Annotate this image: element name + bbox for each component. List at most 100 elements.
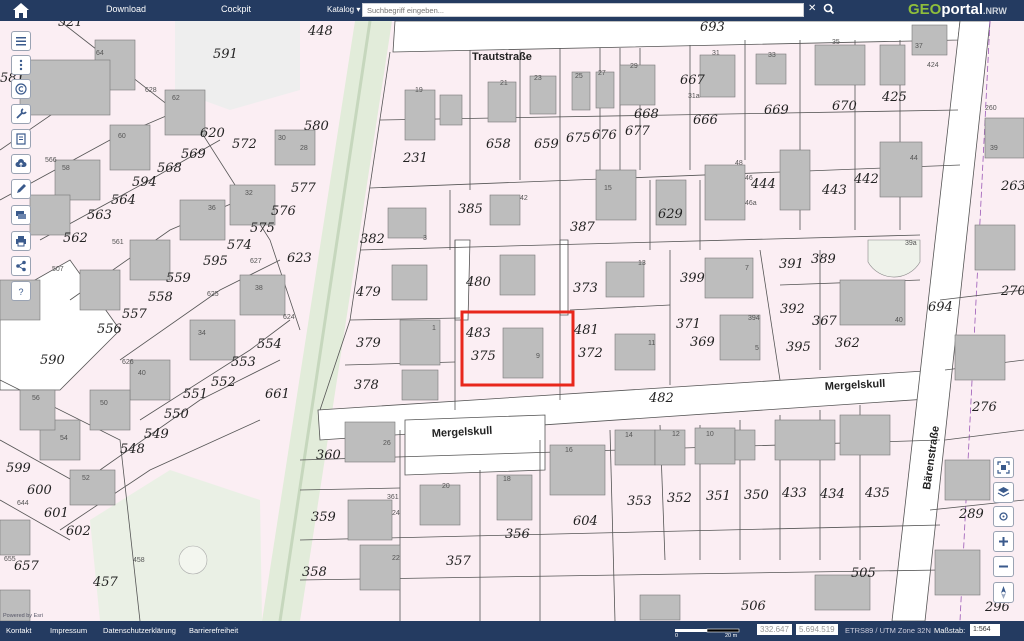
house-number: 13: [638, 260, 646, 267]
house-number: 7: [745, 265, 749, 272]
parcel-label: 693: [700, 21, 725, 35]
list-button[interactable]: [11, 31, 31, 51]
parcel-label: 694: [928, 300, 953, 315]
parcel-label: 276: [971, 400, 997, 415]
parcel-label: 670: [832, 99, 857, 114]
house-number: 60: [118, 133, 126, 140]
house-number: 3: [423, 235, 427, 242]
parcel-label: 562: [63, 231, 88, 246]
layers-stack-icon: [16, 211, 26, 219]
house-number: 11: [648, 340, 655, 347]
barrierefreiheit-link[interactable]: Barrierefreiheit: [189, 626, 238, 635]
parcel-label: 563: [87, 208, 112, 223]
parcel-label: 379: [356, 336, 381, 351]
wrench-icon: [16, 108, 27, 119]
search-input[interactable]: [362, 3, 804, 17]
massstab-select[interactable]: 1:564: [970, 624, 1000, 636]
house-number: 14: [625, 432, 633, 439]
layers-button[interactable]: [993, 482, 1014, 503]
parcel-label: 644: [17, 500, 29, 507]
print-button[interactable]: [11, 231, 31, 251]
house-number: 24: [392, 510, 400, 517]
parcel-label: 260: [985, 105, 997, 112]
home-extent-icon: [997, 461, 1010, 474]
house-number: 1: [432, 325, 436, 332]
upload-cloud-icon: [15, 159, 27, 167]
powered-by-label: Powered by Esri: [3, 613, 44, 619]
parcel-label: 434: [819, 487, 845, 502]
more-button[interactable]: [11, 55, 31, 75]
north-arrow-button[interactable]: [993, 582, 1014, 603]
parcel-label: 566: [45, 157, 57, 164]
parcel-label: 506: [741, 599, 766, 614]
copyright-button[interactable]: [11, 79, 31, 99]
parcel-label: 591: [213, 47, 238, 62]
parcel-label: 599: [6, 461, 31, 476]
parcel-label: 369: [690, 335, 715, 350]
crs-label: ETRS89 / UTM Zone 32N: [845, 626, 931, 635]
tools-button[interactable]: [11, 104, 31, 124]
katalog-dropdown[interactable]: Katalog ▾: [327, 5, 360, 14]
zoom-in-button[interactable]: [993, 531, 1014, 552]
datenschutz-link[interactable]: Datenschutzerklärung: [103, 626, 176, 635]
help-button[interactable]: ?: [11, 281, 31, 301]
parcel-label: 395: [786, 340, 811, 355]
parcel-label: 677: [625, 124, 651, 139]
parcel-label: 387: [570, 220, 596, 235]
house-number: 10: [706, 431, 714, 438]
geoportal-logo[interactable]: GEOportal.NRW: [908, 1, 1007, 18]
parcel-label: 556: [97, 322, 122, 337]
parcel-label: 231: [402, 151, 428, 166]
parcel-label: 444: [750, 177, 776, 192]
parcel-label: 480: [465, 275, 491, 290]
house-number: 32: [245, 190, 253, 197]
house-number: 5: [755, 345, 759, 352]
top-navigation-bar: Download Cockpit Katalog ▾ ✕ GEOportal.N…: [0, 0, 1024, 21]
share-icon: [16, 260, 26, 272]
cadastral-map[interactable]: Trautstraße Mergelskull Mergelskull Bäre…: [0, 15, 1024, 622]
download-link[interactable]: Download: [106, 4, 146, 14]
impressum-link[interactable]: Impressum: [50, 626, 87, 635]
upload-button[interactable]: [11, 154, 31, 174]
parcel-label: 521: [58, 21, 83, 30]
clear-search-icon[interactable]: ✕: [808, 3, 816, 14]
home-icon[interactable]: [12, 2, 30, 19]
parcel-label: 483: [465, 326, 491, 341]
house-number: 62: [172, 95, 180, 102]
parcel-label: 569: [181, 147, 206, 162]
logo-geo: GEO: [908, 1, 942, 18]
cockpit-link[interactable]: Cockpit: [221, 4, 251, 14]
parcel-label: 594: [132, 175, 157, 190]
share-button[interactable]: [11, 256, 31, 276]
parcel-label: 289: [958, 507, 984, 522]
house-number: 37: [915, 43, 923, 50]
search-icon[interactable]: [823, 2, 835, 16]
parcel-label: 564: [111, 193, 136, 208]
parcel-label: 371: [676, 317, 701, 332]
document-button[interactable]: [11, 129, 31, 149]
draw-button[interactable]: [11, 179, 31, 199]
parcel-label: 479: [355, 285, 381, 300]
footer-bar: Kontakt Impressum Datenschutzerklärung B…: [0, 621, 1024, 641]
locate-button[interactable]: [993, 506, 1014, 527]
parcel-label: 669: [764, 103, 789, 118]
parcel-label: 553: [231, 355, 256, 370]
parcel-label: 356: [505, 527, 530, 542]
parcel-label: 382: [360, 232, 385, 247]
kontakt-link[interactable]: Kontakt: [6, 626, 31, 635]
house-number: 31: [712, 50, 720, 57]
coordinate-x: 332.647: [757, 624, 792, 635]
house-number: 40: [138, 370, 146, 377]
zoom-out-button[interactable]: [993, 556, 1014, 577]
layers-stack-button[interactable]: [11, 205, 31, 225]
house-number: 19: [415, 87, 423, 94]
home-extent-button[interactable]: [993, 457, 1014, 478]
parcel-label: 352: [667, 491, 692, 506]
house-number: 46a: [745, 200, 757, 207]
parcel-label: 458: [133, 557, 145, 564]
parcel-label: 568: [157, 161, 182, 176]
list-icon: [16, 37, 26, 46]
house-number: 29: [630, 63, 638, 70]
parcel-label: 360: [316, 448, 341, 463]
parcel-label: 389: [811, 252, 836, 267]
